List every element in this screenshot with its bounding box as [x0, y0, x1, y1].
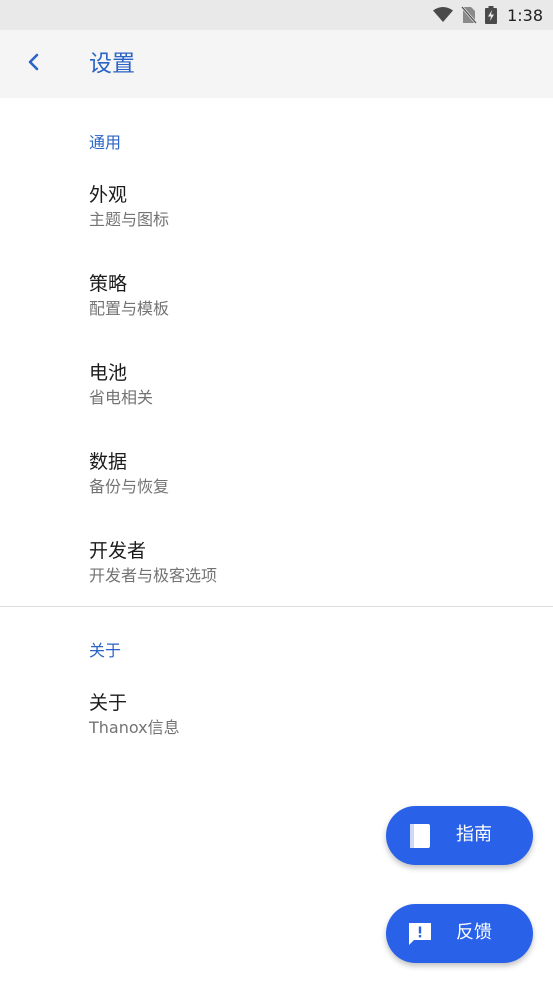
status-bar: 1:38 [0, 0, 553, 30]
pref-summary: Thanox信息 [89, 718, 180, 737]
pref-item-appearance[interactable]: 外观 主题与图标 [0, 182, 553, 266]
pref-item-about[interactable]: 关于 Thanox信息 [0, 690, 553, 774]
pref-title: 外观 [89, 184, 128, 206]
pref-summary: 备份与恢复 [89, 477, 170, 496]
section-header-about: 关于 [89, 641, 122, 660]
pref-item-data[interactable]: 数据 备份与恢复 [0, 449, 553, 533]
feedback-fab[interactable]: 反馈 [386, 904, 533, 963]
section-divider [0, 606, 553, 607]
pref-summary: 省电相关 [89, 388, 154, 407]
pref-title: 策略 [89, 273, 128, 295]
page-title: 设置 [89, 51, 135, 77]
chevron-left-icon [27, 52, 41, 76]
pref-title: 数据 [89, 451, 128, 473]
status-icons: 1:38 [433, 0, 543, 30]
guide-fab[interactable]: 指南 [386, 806, 533, 865]
pref-title: 开发者 [89, 540, 147, 562]
pref-summary: 开发者与极客选项 [89, 566, 218, 585]
pref-item-battery[interactable]: 电池 省电相关 [0, 360, 553, 444]
book-icon [406, 822, 434, 850]
app-bar: 设置 [0, 30, 553, 98]
pref-summary: 配置与模板 [89, 299, 170, 318]
feedback-icon [406, 920, 434, 948]
wifi-icon [433, 7, 454, 23]
pref-item-developer[interactable]: 开发者 开发者与极客选项 [0, 538, 553, 622]
section-header-general: 通用 [89, 133, 122, 152]
pref-summary: 主题与图标 [89, 210, 170, 229]
back-button[interactable] [14, 44, 54, 84]
no-sim-icon [461, 6, 478, 24]
guide-fab-label: 指南 [456, 824, 492, 845]
pref-title: 电池 [89, 362, 128, 384]
feedback-fab-label: 反馈 [456, 922, 492, 943]
settings-screen: 1:38 设置 通用 外观 主题与图标 策略 配置与模板 电池 省电相关 数据 … [0, 0, 553, 983]
battery-charging-icon [485, 6, 498, 24]
pref-title: 关于 [89, 692, 128, 714]
pref-item-strategy[interactable]: 策略 配置与模板 [0, 271, 553, 355]
status-time: 1:38 [507, 5, 543, 25]
